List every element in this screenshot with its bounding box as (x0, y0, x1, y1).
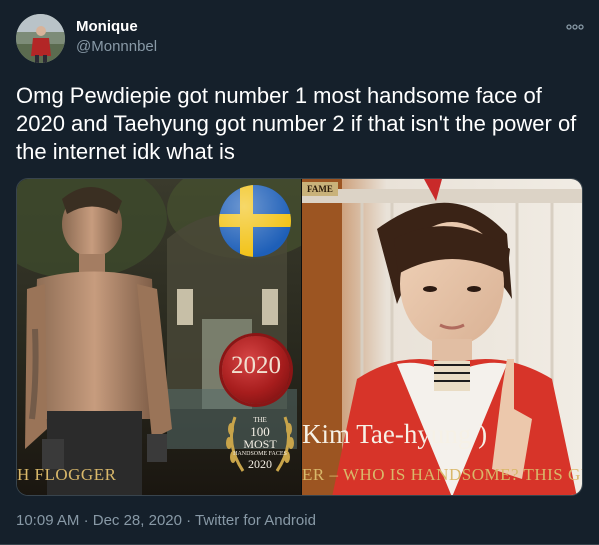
seal-year: 2020 (231, 352, 281, 379)
left-caption: H FLOGGER (17, 465, 117, 484)
tweet-meta: 10:09 AM · Dec 28, 2020 · Twitter for An… (16, 512, 316, 530)
tweet-media[interactable]: 2020 THE 100 MOST HANDSOME FACES 2020 H … (16, 178, 583, 496)
right-caption: ER – WHO IS HANDSOME? THIS GUY (302, 465, 583, 484)
display-name[interactable]: Monique (76, 18, 138, 36)
more-horizontal-icon[interactable] (566, 20, 584, 32)
tweet-card[interactable]: Monique @Monnnbel Omg Pewdiepie got numb… (0, 0, 599, 545)
meta-separator: · (186, 512, 192, 529)
media-left-panel: 2020 THE 100 MOST HANDSOME FACES 2020 H … (17, 179, 302, 495)
tweet-source[interactable]: Twitter for Android (195, 512, 316, 529)
user-handle[interactable]: @Monnnbel (76, 38, 157, 56)
sweden-flag-icon (219, 185, 291, 257)
tweet-text: Omg Pewdiepie got number 1 most handsome… (16, 83, 577, 164)
award-line: 2020 (248, 457, 272, 471)
award-line: MOST (243, 437, 277, 451)
meta-separator: · (83, 512, 89, 529)
avatar[interactable] (16, 14, 65, 63)
media-right-panel: FAME Kim Tae-hyung ) ER – WHO IS HANDSOM… (302, 179, 583, 495)
tweet-date[interactable]: Dec 28, 2020 (93, 512, 182, 529)
award-text: THE 100 MOST HANDSOME FACES 2020 (231, 415, 289, 470)
fame-tag: FAME (302, 182, 338, 196)
name-caption: Kim Tae-hyung ) (302, 419, 488, 449)
tweet-time[interactable]: 10:09 AM (16, 512, 79, 529)
